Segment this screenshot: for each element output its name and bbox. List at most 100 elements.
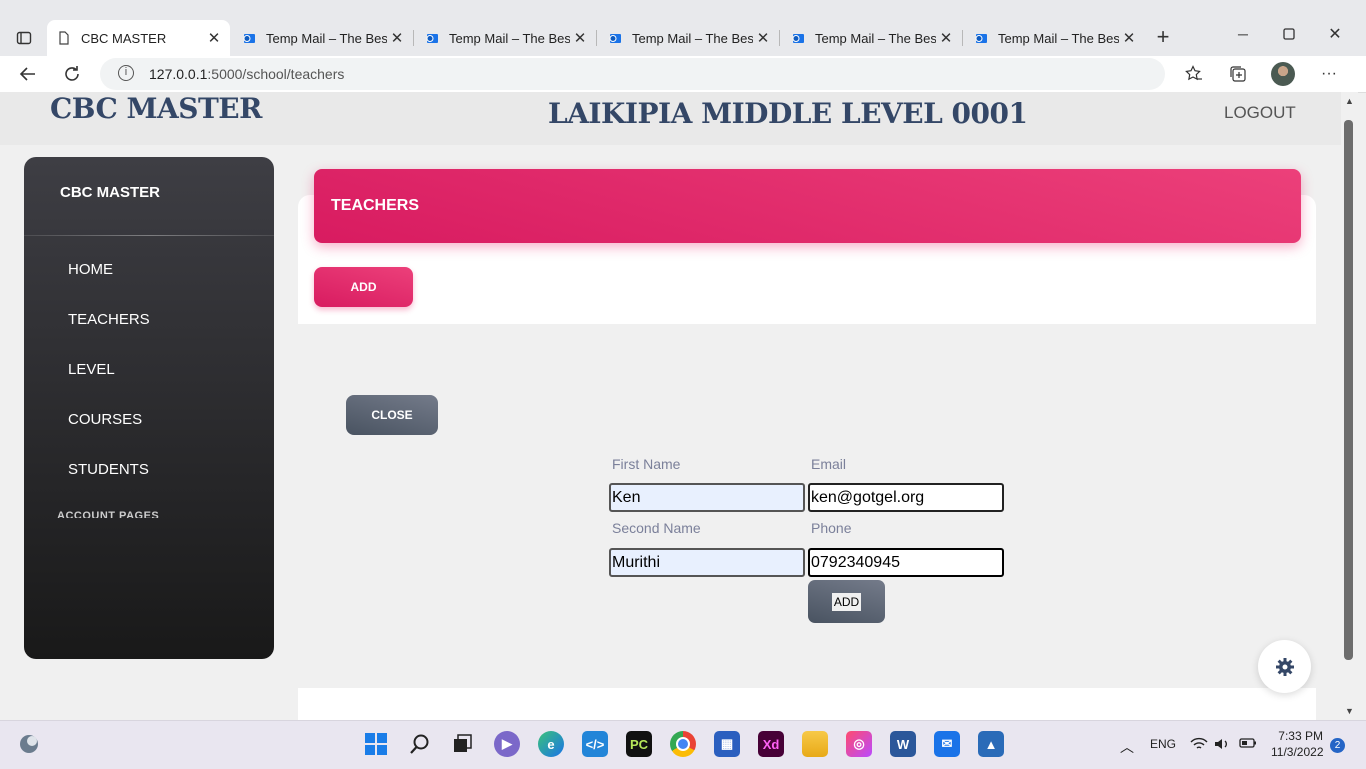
school-name: LAIKIPIA MIDDLE LEVEL 0001: [548, 97, 1028, 130]
url-host: 127.0.0.1: [149, 66, 208, 82]
more-options-icon[interactable]: ···: [1317, 62, 1341, 86]
tab-title: Temp Mail – The Best: [632, 30, 753, 46]
creative-cloud-icon[interactable]: ◎: [846, 731, 872, 757]
close-tab-icon[interactable]: ✕: [936, 29, 956, 47]
card-header-title: TEACHERS: [331, 197, 420, 214]
add-teacher-button[interactable]: ADD: [314, 267, 413, 307]
close-tab-icon[interactable]: ✕: [753, 29, 773, 47]
sidebar-divider: [24, 235, 274, 236]
tab-strip: CBC MASTER ✕ Temp Mail – The Best ✕ Temp…: [0, 0, 1366, 56]
tab-temp-mail[interactable]: Temp Mail – The Best ✕: [598, 20, 780, 56]
first-name-label: First Name: [612, 456, 681, 472]
url-path: :5000/school/teachers: [207, 66, 345, 82]
tab-temp-mail[interactable]: Temp Mail – The Best ✕: [415, 20, 597, 56]
logout-link[interactable]: LOGOUT: [1224, 103, 1296, 123]
settings-gear-icon[interactable]: [1258, 640, 1311, 693]
card-header: TEACHERS: [314, 169, 1301, 243]
xd-icon[interactable]: Xd: [758, 731, 784, 757]
tab-title: CBC MASTER: [81, 30, 167, 46]
address-bar[interactable]: i 127.0.0.1:5000/school/teachers: [100, 58, 1165, 90]
outlook-icon: [608, 31, 622, 45]
profile-avatar[interactable]: [1271, 62, 1295, 86]
sidebar-brand[interactable]: CBC MASTER: [60, 184, 160, 201]
sidebar-section-heading: ACCOUNT PAGES: [57, 510, 160, 518]
minimize-icon[interactable]: ─: [1231, 22, 1255, 46]
windows-taskbar: ▶ e </> PC ▦ Xd ◎ W ✉ ▲ ︿ ENG 7:33 PM 11…: [0, 720, 1366, 769]
sidebar-item-students[interactable]: STUDENTS: [68, 461, 149, 478]
widgets-icon[interactable]: [16, 731, 42, 757]
edge-icon[interactable]: e: [538, 731, 564, 757]
close-window-icon[interactable]: ✕: [1323, 22, 1347, 46]
notification-badge[interactable]: 2: [1330, 738, 1345, 753]
second-name-input[interactable]: [609, 548, 805, 577]
refresh-icon[interactable]: [60, 62, 84, 86]
tab-title: Temp Mail – The Best: [998, 30, 1119, 46]
word-icon[interactable]: W: [890, 731, 916, 757]
tab-temp-mail[interactable]: Temp Mail – The Best ✕: [781, 20, 963, 56]
file-explorer-icon[interactable]: [802, 731, 828, 757]
new-tab-icon[interactable]: +: [1151, 24, 1175, 49]
system-clock[interactable]: 7:33 PM 11/3/2022: [1271, 728, 1324, 760]
back-icon[interactable]: [16, 62, 40, 86]
tab-title: Temp Mail – The Best: [266, 30, 387, 46]
outlook-icon: [425, 31, 439, 45]
site-info-icon[interactable]: i: [118, 65, 134, 81]
wifi-icon[interactable]: [1190, 737, 1208, 754]
first-name-input[interactable]: [609, 483, 805, 512]
page-content: CBC MASTER LAIKIPIA MIDDLE LEVEL 0001 LO…: [0, 92, 1341, 720]
search-icon[interactable]: [407, 731, 433, 757]
pycharm-icon[interactable]: PC: [626, 731, 652, 757]
close-tab-icon[interactable]: ✕: [570, 29, 590, 47]
url-text[interactable]: 127.0.0.1:5000/school/teachers: [149, 66, 344, 82]
second-name-label: Second Name: [612, 520, 701, 536]
tab-title: Temp Mail – The Best: [815, 30, 936, 46]
outlook-icon: [791, 31, 805, 45]
tab-cbc-master[interactable]: CBC MASTER ✕: [47, 20, 230, 56]
brand-title: CBC MASTER: [50, 92, 262, 125]
sidebar-item-teachers[interactable]: TEACHERS: [68, 311, 150, 328]
teams-chat-icon[interactable]: ▶: [494, 731, 520, 757]
submit-add-button[interactable]: ADD: [808, 580, 885, 623]
email-label: Email: [811, 456, 847, 472]
battery-icon[interactable]: [1239, 737, 1257, 752]
sidebar-item-home[interactable]: HOME: [68, 261, 113, 278]
sidebar-item-courses[interactable]: COURSES: [68, 411, 142, 428]
start-icon[interactable]: [363, 731, 389, 757]
store-icon[interactable]: ▦: [714, 731, 740, 757]
tab-actions-icon[interactable]: [12, 26, 36, 50]
page-icon: [57, 31, 71, 45]
maximize-icon[interactable]: [1277, 22, 1301, 46]
vscode-icon[interactable]: </>: [582, 731, 608, 757]
close-button[interactable]: CLOSE: [346, 395, 438, 435]
show-hidden-icons[interactable]: ︿: [1120, 737, 1134, 757]
phone-input[interactable]: [808, 548, 1004, 577]
add-teacher-form-panel: [298, 324, 1316, 688]
scrollbar-thumb[interactable]: [1344, 120, 1353, 660]
phone-label: Phone: [811, 520, 852, 536]
email-input[interactable]: [808, 483, 1004, 512]
collections-icon[interactable]: [1226, 62, 1250, 86]
volume-icon[interactable]: [1214, 737, 1230, 754]
language-indicator[interactable]: ENG: [1150, 737, 1176, 751]
tab-title: Temp Mail – The Best: [449, 30, 570, 46]
close-tab-icon[interactable]: ✕: [1119, 29, 1139, 47]
outlook-icon: [242, 31, 256, 45]
page-scrollbar[interactable]: ▲ ▼: [1341, 92, 1358, 720]
mail-icon[interactable]: ✉: [934, 731, 960, 757]
submit-add-label: ADD: [831, 592, 862, 611]
favorites-icon[interactable]: [1182, 62, 1206, 86]
scroll-up-icon[interactable]: ▲: [1345, 96, 1354, 106]
sidebar: CBC MASTER HOME TEACHERS LEVEL COURSES S…: [24, 157, 274, 659]
tab-temp-mail[interactable]: Temp Mail – The Best ✕: [964, 20, 1145, 56]
task-view-icon[interactable]: [449, 731, 475, 757]
clock-time: 7:33 PM: [1278, 729, 1323, 743]
sidebar-item-level[interactable]: LEVEL: [68, 361, 115, 378]
clock-date: 11/3/2022: [1271, 745, 1324, 759]
close-tab-icon[interactable]: ✕: [387, 29, 407, 47]
outlook-icon: [974, 31, 988, 45]
close-tab-icon[interactable]: ✕: [204, 29, 224, 47]
chrome-icon[interactable]: [670, 731, 696, 757]
scroll-down-icon[interactable]: ▼: [1345, 706, 1354, 716]
tab-temp-mail[interactable]: Temp Mail – The Best ✕: [232, 20, 414, 56]
photos-icon[interactable]: ▲: [978, 731, 1004, 757]
